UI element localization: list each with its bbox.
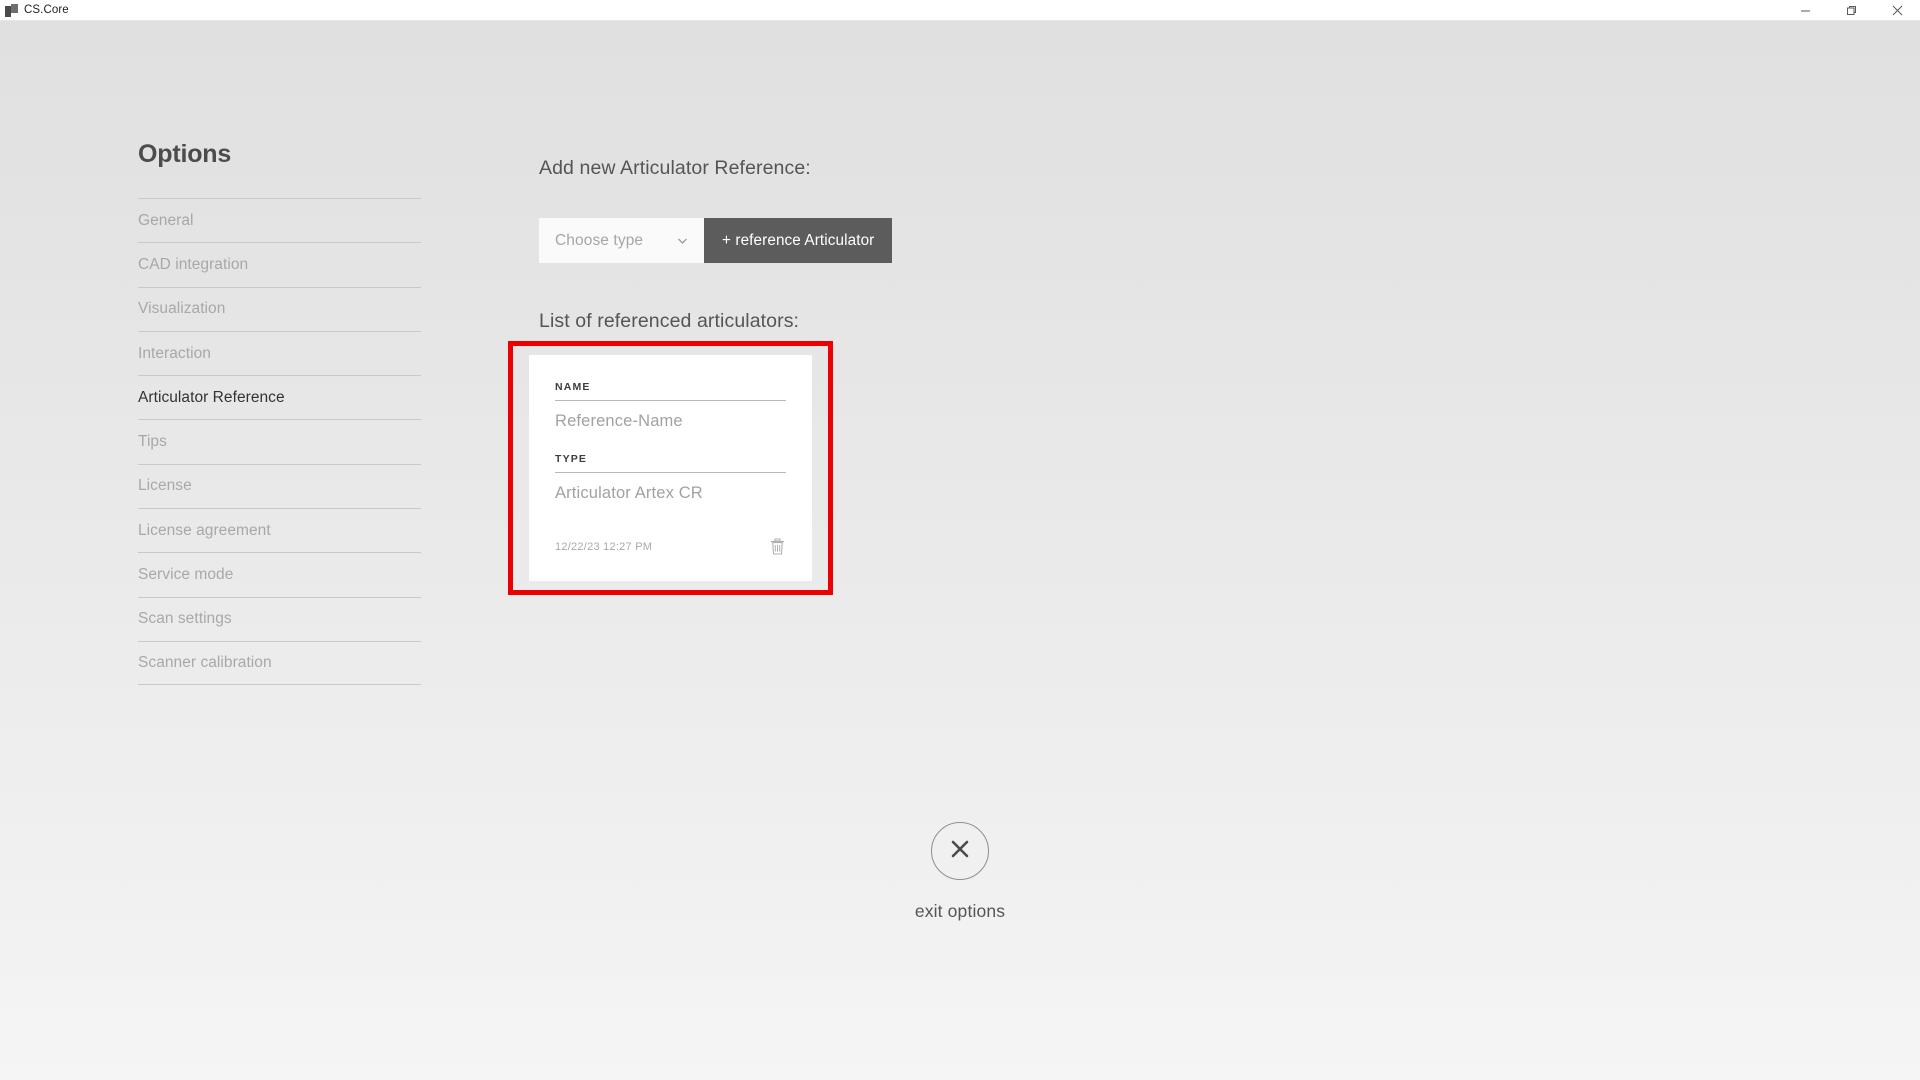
minimize-icon[interactable] xyxy=(1782,0,1828,21)
name-label: NAME xyxy=(555,381,786,401)
sidebar-item-label: CAD integration xyxy=(138,255,249,273)
exit-options-area: exit options xyxy=(0,822,1920,922)
exit-options-button[interactable] xyxy=(931,822,989,880)
trash-icon[interactable] xyxy=(769,537,786,556)
card-footer: 12/22/23 12:27 PM xyxy=(555,537,786,556)
name-value: Reference-Name xyxy=(555,412,683,430)
card-name-field: NAME Reference-Name xyxy=(555,381,786,431)
sidebar-item-interaction[interactable]: Interaction xyxy=(138,330,421,375)
add-reference-controls: Choose type + reference Articulator xyxy=(539,218,1239,263)
type-select[interactable]: Choose type xyxy=(539,218,704,263)
options-nav-list: General CAD integration Visualization In… xyxy=(138,198,421,686)
sidebar-item-label: Scan settings xyxy=(138,610,232,628)
window-title: CS.Core xyxy=(24,3,69,16)
chevron-down-icon xyxy=(675,233,690,248)
sidebar-item-visualization[interactable]: Visualization xyxy=(138,286,421,331)
articulator-reference-card[interactable]: NAME Reference-Name TYPE Articulator Art… xyxy=(529,355,812,581)
sidebar-item-label: License xyxy=(138,477,192,495)
close-icon[interactable] xyxy=(1874,0,1920,21)
sidebar-item-label: Tips xyxy=(138,433,167,451)
options-screen: Options General CAD integration Visualiz… xyxy=(0,21,1920,1080)
referenced-articulators-heading: List of referenced articulators: xyxy=(539,310,800,332)
add-reference-articulator-button[interactable]: + reference Articulator xyxy=(704,218,893,263)
sidebar-item-articulator-reference[interactable]: Articulator Reference xyxy=(138,375,421,419)
card-timestamp: 12/22/23 12:27 PM xyxy=(555,540,653,553)
card-type-field: TYPE Articulator Artex CR xyxy=(555,453,786,503)
add-reference-heading: Add new Articulator Reference: xyxy=(539,157,811,179)
sidebar-item-label: Service mode xyxy=(138,566,234,584)
page-title: Options xyxy=(138,140,232,168)
sidebar-item-tips[interactable]: Tips xyxy=(138,419,421,463)
app-logo-icon xyxy=(5,3,18,17)
sidebar-item-label: License agreement xyxy=(138,521,271,539)
exit-options-label: exit options xyxy=(914,901,1006,921)
sidebar-item-license-agreement[interactable]: License agreement xyxy=(138,508,421,552)
options-sidebar: Options General CAD integration Visualiz… xyxy=(138,140,421,686)
sidebar-item-general[interactable]: General xyxy=(138,198,421,242)
sidebar-item-scanner-calibration[interactable]: Scanner calibration xyxy=(138,640,421,686)
window-titlebar: CS.Core xyxy=(0,0,1920,21)
titlebar-app-identity: CS.Core xyxy=(0,3,69,17)
sidebar-item-license[interactable]: License xyxy=(138,463,421,508)
close-x-icon xyxy=(948,837,972,866)
type-value: Articulator Artex CR xyxy=(555,484,703,502)
window-controls xyxy=(1782,0,1920,21)
sidebar-item-label: Visualization xyxy=(138,300,226,318)
sidebar-item-label: Interaction xyxy=(138,344,211,362)
sidebar-item-label: General xyxy=(138,211,194,229)
articulator-reference-panel: Add new Articulator Reference: Choose ty… xyxy=(539,157,1239,333)
restore-icon[interactable] xyxy=(1828,0,1874,21)
sidebar-item-label: Articulator Reference xyxy=(138,388,285,406)
sidebar-item-service-mode[interactable]: Service mode xyxy=(138,552,421,596)
type-label: TYPE xyxy=(555,453,786,473)
type-select-value: Choose type xyxy=(555,231,644,249)
sidebar-item-scan-settings[interactable]: Scan settings xyxy=(138,596,421,641)
sidebar-item-label: Scanner calibration xyxy=(138,654,272,672)
sidebar-item-cad-integration[interactable]: CAD integration xyxy=(138,242,421,286)
